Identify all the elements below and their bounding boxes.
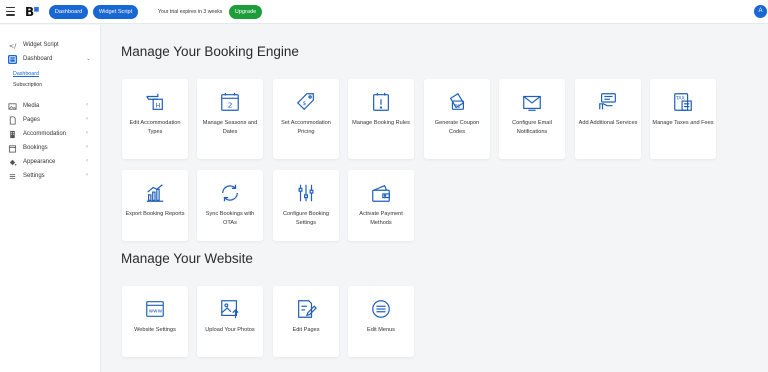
sidebar-item-label: Widget Script: [23, 42, 59, 48]
card-manage-taxes-and-fees[interactable]: TAX Manage Taxes and Fees: [650, 79, 716, 159]
card-label: Export Booking Reports: [125, 211, 185, 217]
coupon-icon: %: [449, 92, 465, 110]
card-edit-menus[interactable]: Edit Menus: [348, 286, 414, 357]
card-label: Set Accommodation Pricing: [281, 120, 331, 136]
sidebar-item-label: Settings: [23, 173, 45, 179]
card-manage-seasons-and-dates[interactable]: 2 Manage Seasons and Dates: [197, 79, 263, 159]
card-export-booking-reports[interactable]: Export Booking Reports: [122, 170, 188, 241]
edit-page-icon: [298, 300, 317, 318]
sidebar-item-label: Appearance: [23, 159, 56, 165]
svg-text:TAX: TAX: [675, 95, 685, 101]
card-generate-coupon-codes[interactable]: % Generate Coupon Codes: [424, 79, 490, 159]
sidebar-item-label: Media: [23, 103, 40, 109]
card-sync-bookings-with-otas[interactable]: Sync Bookings with OTAs: [197, 170, 263, 241]
card-label: Manage Booking Rules: [352, 120, 410, 126]
card-manage-booking-rules[interactable]: Manage Booking Rules: [348, 79, 414, 159]
dashboard-icon: [8, 55, 17, 64]
paint-bucket-icon: [9, 159, 17, 166]
trial-notice: Your trial expires in 3 weeks: [158, 9, 223, 15]
top-bar: B■ Dashboard Widget Script Your trial ex…: [0, 0, 768, 24]
card-label: Activate Payment Methods: [359, 211, 403, 227]
card-label: Edit Accommodation Types: [129, 120, 181, 136]
hamburger-menu-icon[interactable]: [6, 7, 15, 17]
sidebar-item-dashboard[interactable]: Dashboard ⌄: [0, 54, 101, 66]
sidebar-item-widget-script[interactable]: </ Widget Script: [0, 40, 101, 52]
website-section-title: Manage Your Website: [121, 251, 253, 266]
sidebar-subitem-subscription[interactable]: Subscription: [13, 82, 42, 88]
sidebar-item-pages[interactable]: Pages ‹: [0, 115, 101, 127]
menu-icon: [372, 300, 390, 318]
card-label: Edit Pages: [292, 327, 320, 333]
photo-upload-icon: [221, 300, 239, 319]
browser-icon: www: [146, 301, 164, 317]
sidebar-item-label: Pages: [23, 117, 41, 123]
card-label: Generate Coupon Codes: [434, 120, 480, 136]
card-edit-pages[interactable]: Edit Pages: [273, 286, 339, 357]
svg-text:$: $: [303, 101, 307, 107]
card-set-accommodation-pricing[interactable]: $ Set Accommodation Pricing: [273, 79, 339, 159]
svg-text:H: H: [155, 102, 160, 110]
building-icon: [10, 130, 15, 139]
sidebar-subitem-dashboard[interactable]: Dashboard: [13, 71, 39, 77]
settings-list-icon: [9, 174, 16, 179]
sidebar: </ Widget Script Dashboard ⌄ Dashboard S…: [0, 25, 101, 372]
card-activate-payment-methods[interactable]: Activate Payment Methods: [348, 170, 414, 241]
card-label: Sync Bookings with OTAs: [205, 211, 255, 227]
wallet-icon: [372, 184, 390, 202]
chevron-left-icon: ‹: [86, 172, 88, 178]
card-configure-email-notifications[interactable]: Configure Email Notifications: [499, 79, 565, 159]
card-label: Manage Seasons and Dates: [202, 120, 258, 136]
booking-section-title: Manage Your Booking Engine: [121, 44, 299, 59]
card-configure-booking-settings[interactable]: Configure Booking Settings: [273, 170, 339, 241]
svg-text:www: www: [149, 309, 163, 315]
card-label: Manage Taxes and Fees: [652, 120, 714, 126]
avatar[interactable]: A: [754, 5, 767, 18]
card-edit-accommodation-types[interactable]: H Edit Accommodation Types: [122, 79, 188, 159]
sidebar-item-bookings[interactable]: Bookings ‹: [0, 143, 101, 155]
chevron-left-icon: ‹: [86, 102, 88, 108]
sidebar-item-settings[interactable]: Settings ‹: [0, 171, 101, 183]
chevron-left-icon: ‹: [86, 144, 88, 150]
chevron-left-icon: ‹: [86, 130, 88, 136]
sidebar-item-label: Dashboard: [23, 56, 53, 62]
page-icon: [9, 116, 16, 125]
card-label: Configure Booking Settings: [282, 211, 330, 227]
rules-calendar-icon: [373, 92, 389, 111]
calendar-icon: [8, 145, 17, 153]
email-icon: [523, 95, 541, 111]
chevron-left-icon: ‹: [86, 116, 88, 122]
tax-icon: TAX: [674, 93, 692, 111]
card-upload-your-photos[interactable]: Upload Your Photos: [197, 286, 263, 357]
sidebar-item-label: Accommodation: [23, 131, 67, 137]
card-label: Website Settings: [134, 327, 176, 333]
bar-chart-icon: [146, 184, 164, 202]
card-website-settings[interactable]: www Website Settings: [122, 286, 188, 357]
widget-script-button[interactable]: Widget Script: [93, 5, 138, 19]
svg-text:</: </: [9, 43, 17, 50]
code-icon: </: [9, 43, 17, 50]
service-hand-icon: [599, 93, 616, 110]
upgrade-button[interactable]: Upgrade: [229, 5, 262, 19]
sidebar-item-accommodation[interactable]: Accommodation ‹: [0, 129, 101, 141]
card-add-additional-services[interactable]: Add Additional Services: [575, 79, 641, 159]
chevron-left-icon: ‹: [86, 158, 88, 164]
image-icon: [8, 103, 17, 110]
hotel-sign-icon: H: [146, 93, 163, 110]
calendar-icon: 2: [221, 92, 239, 111]
card-label: Edit Menus: [367, 327, 395, 333]
svg-text:2: 2: [228, 101, 233, 110]
card-label: Configure Email Notifications: [512, 120, 552, 136]
price-tag-icon: $: [296, 93, 314, 111]
card-label: Add Additional Services: [578, 120, 638, 126]
sync-icon: [222, 184, 238, 202]
sidebar-item-appearance[interactable]: Appearance ‹: [0, 157, 101, 169]
dashboard-button[interactable]: Dashboard: [49, 5, 88, 19]
sidebar-item-media[interactable]: Media ‹: [0, 101, 101, 113]
svg-text:%: %: [455, 104, 460, 110]
card-label: Upload Your Photos: [205, 327, 255, 333]
sliders-icon: [298, 184, 314, 202]
app-logo[interactable]: B■: [25, 5, 39, 19]
chevron-down-icon: ⌄: [86, 56, 92, 62]
sidebar-item-label: Bookings: [23, 145, 48, 151]
